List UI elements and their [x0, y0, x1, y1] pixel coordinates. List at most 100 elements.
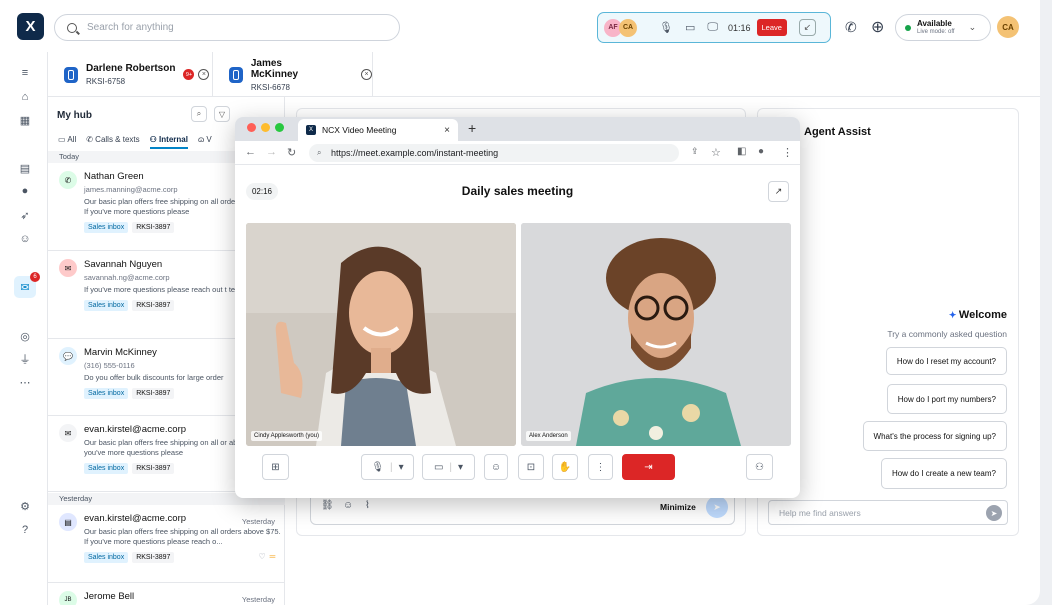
- more-icon[interactable]: ⋯: [17, 374, 33, 390]
- add-icon[interactable]: ⊕: [871, 17, 884, 37]
- list-item[interactable]: JB Jerome Bell Yesterday: [48, 583, 285, 605]
- back-icon[interactable]: ←: [245, 146, 256, 158]
- heart-icon[interactable]: ♡: [258, 552, 265, 563]
- raise-hand-button[interactable]: ✋: [552, 454, 578, 480]
- screen-share-icon[interactable]: 🖵: [707, 21, 718, 34]
- suggested-question[interactable]: What's the process for signing up?: [862, 421, 1007, 451]
- filter-more[interactable]: ɷ V: [198, 135, 212, 149]
- menu-icon[interactable]: ≡: [17, 65, 33, 81]
- link-icon[interactable]: ⛓: [321, 500, 334, 511]
- close-icon[interactable]: ×: [361, 69, 372, 80]
- reload-icon[interactable]: ↻: [287, 146, 296, 159]
- assist-input[interactable]: Help me find answers ➤: [768, 500, 1008, 525]
- agent-assist-title: Agent Assist: [804, 126, 871, 138]
- phone-device-icon: [229, 66, 243, 83]
- tag-inbox: Sales inbox: [84, 300, 129, 311]
- search-icon[interactable]: ⌕: [191, 106, 207, 122]
- tag-ticket: RKSI-3897: [132, 222, 175, 233]
- new-tab-icon[interactable]: +: [468, 120, 476, 136]
- chevron-down-icon[interactable]: ▾: [399, 462, 404, 473]
- email-icon: ✉: [59, 424, 77, 442]
- tab-darlene-robertson[interactable]: Darlene Robertson RKSI-6758 9+ ×: [48, 52, 213, 97]
- attach-icon[interactable]: ⌇: [365, 500, 370, 511]
- more-vertical-icon[interactable]: ⋮: [782, 146, 793, 159]
- end-call-button[interactable]: ⇥: [622, 454, 675, 480]
- share-icon[interactable]: ⇪: [691, 146, 699, 157]
- bookmark-icon[interactable]: ☆: [711, 146, 721, 159]
- suggested-question[interactable]: How do I reset my account?: [885, 347, 1007, 375]
- suggested-question[interactable]: How do I create a new team?: [880, 458, 1007, 489]
- microphone-button[interactable]: 🎙 | ▾: [361, 454, 414, 480]
- camera-button[interactable]: ▭ | ▾: [422, 454, 475, 480]
- minimize-window-icon[interactable]: [261, 123, 270, 132]
- maximize-window-icon[interactable]: [275, 123, 284, 132]
- suggested-question[interactable]: How do I port my numbers?: [886, 384, 1007, 414]
- call-avatar: CA: [619, 18, 637, 37]
- minimize-call-icon[interactable]: ↙: [798, 19, 816, 36]
- messages-icon[interactable]: ✉ 6: [14, 272, 40, 298]
- more-options-button[interactable]: ⋮: [588, 454, 613, 480]
- minimize-button[interactable]: Minimize: [660, 502, 696, 512]
- site-info-icon: ⌕: [317, 148, 322, 157]
- filter-icon[interactable]: ▽: [214, 106, 230, 122]
- active-call-bar: AF CA 🎙 ▭ 🖵 01:16 Leave ↙: [597, 12, 831, 43]
- send-icon[interactable]: ➤: [706, 496, 728, 518]
- call-timer: 01:16: [727, 22, 751, 33]
- globe-icon[interactable]: ●: [17, 183, 33, 199]
- home-icon[interactable]: ⌂: [17, 89, 33, 105]
- address-bar[interactable]: ⌕ https://meet.example.com/instant-meetin…: [309, 144, 679, 162]
- status-dot: [905, 24, 911, 31]
- expand-icon[interactable]: ↗: [768, 181, 789, 202]
- search-input[interactable]: Search for anything: [54, 14, 400, 41]
- chat-icon: 💬: [59, 347, 77, 365]
- unread-badge: 6: [30, 272, 40, 282]
- app-logo[interactable]: X: [17, 13, 44, 40]
- send-icon[interactable]: ➤: [986, 505, 1002, 521]
- dialpad-icon[interactable]: ▦: [17, 112, 33, 128]
- browser-tab[interactable]: X NCX Video Meeting ×: [298, 119, 458, 141]
- leave-button[interactable]: Leave: [756, 19, 787, 36]
- microphone-icon[interactable]: 🎙: [659, 21, 673, 34]
- search-icon: [67, 22, 77, 33]
- tag-ticket: RKSI-3897: [132, 463, 175, 474]
- list-item[interactable]: ▤ evan.kirstel@acme.corp Yesterday Our b…: [48, 505, 285, 583]
- contact-name: James McKinney: [250, 57, 299, 80]
- layout-grid-button[interactable]: ⊞: [262, 454, 289, 480]
- top-bar: X Search for anything AF CA 🎙 ▭ 🖵 01:16 …: [0, 0, 1040, 52]
- help-icon[interactable]: ?: [17, 522, 33, 538]
- close-tab-icon[interactable]: ×: [444, 125, 450, 136]
- phone-icon[interactable]: ✆: [845, 19, 857, 36]
- profile-icon[interactable]: ●: [758, 146, 764, 157]
- filter-calls-texts[interactable]: ✆ Calls & texts: [86, 135, 139, 149]
- chevron-down-icon[interactable]: ▾: [458, 462, 463, 473]
- share-screen-button[interactable]: ⊡: [518, 454, 544, 480]
- emoji-icon[interactable]: ☺: [17, 231, 33, 247]
- close-window-icon[interactable]: [247, 123, 256, 132]
- reactions-button[interactable]: ☺: [484, 454, 508, 480]
- close-icon[interactable]: ×: [198, 69, 210, 80]
- tab-james-mckinney[interactable]: James McKinney RKSI-6678 ×: [213, 52, 373, 97]
- tag-ticket: RKSI-3897: [132, 388, 175, 399]
- plug-icon[interactable]: ⏚: [17, 351, 33, 367]
- conversation-tabs: Darlene Robertson RKSI-6758 9+ × James Mc…: [48, 52, 1040, 97]
- status-dropdown[interactable]: Available Live mode: off ⌄: [895, 14, 991, 41]
- participants-button[interactable]: ⚇: [746, 454, 773, 480]
- contact-id: RKSI-6678: [250, 82, 290, 92]
- settings-icon[interactable]: ⚙: [17, 498, 33, 514]
- status-label: Available: [917, 18, 952, 28]
- inbox-icon[interactable]: ▤: [17, 160, 33, 176]
- participant-name: Cindy Applesworth (you): [251, 431, 323, 441]
- filter-internal[interactable]: ⚇ Internal: [149, 135, 188, 149]
- avatar: JB: [59, 591, 77, 605]
- rocket-icon[interactable]: ➶: [17, 207, 33, 223]
- meeting-title: Daily sales meeting: [461, 184, 574, 198]
- microphone-icon: 🎙: [371, 461, 385, 473]
- contacts-icon[interactable]: ◎: [17, 328, 33, 344]
- forward-icon[interactable]: →: [266, 146, 277, 158]
- filter-all[interactable]: ▭ All: [58, 135, 76, 149]
- tag-inbox: Sales inbox: [84, 552, 129, 563]
- video-icon[interactable]: ▭: [685, 21, 695, 34]
- emoji-icon[interactable]: ☺: [343, 500, 353, 511]
- user-avatar[interactable]: CA: [997, 16, 1019, 38]
- sidebar-icon[interactable]: ◧: [737, 146, 746, 157]
